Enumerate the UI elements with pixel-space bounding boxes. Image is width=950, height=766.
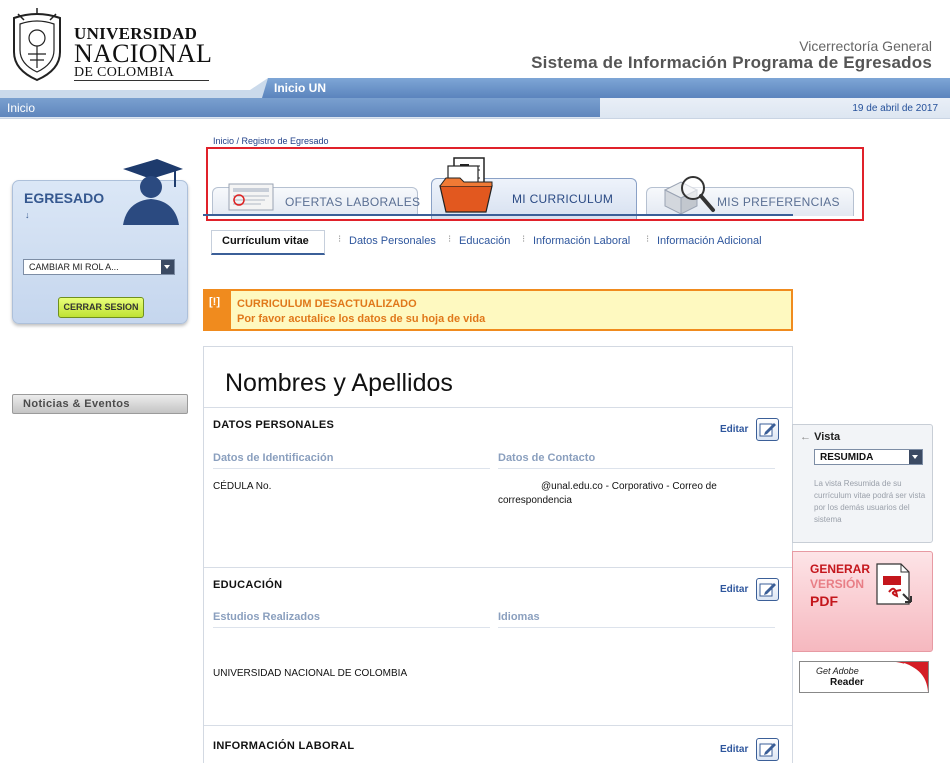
divider	[498, 627, 775, 628]
section-datos-personales: DATOS PERSONALES Editar Datos de Identif…	[204, 407, 792, 567]
nav-inicio-label: Inicio	[7, 101, 36, 115]
view-mode-note: La vista Resumida de su currículum vitae…	[814, 479, 926, 524]
subtab-educacion[interactable]: Educación	[459, 235, 510, 247]
curriculum-panel: Nombres y Apellidos DATOS PERSONALES Edi…	[203, 346, 793, 763]
university-shield-icon	[13, 8, 61, 82]
subtab-datos-personales[interactable]: Datos Personales	[349, 235, 436, 247]
view-mode-label: Vista	[814, 431, 841, 443]
curriculum-folder-icon	[439, 157, 493, 213]
edit-informacion-laboral-link[interactable]: Editar	[720, 744, 748, 755]
graduate-name: Nombres y Apellidos	[225, 369, 453, 397]
change-role-select-value: CAMBIAR MI ROL A...	[29, 262, 119, 272]
chevron-down-icon	[161, 260, 174, 274]
divider	[213, 468, 490, 469]
edit-datos-personales-link[interactable]: Editar	[720, 424, 748, 435]
section-informacion-laboral: INFORMACIÓN LABORAL Editar	[204, 725, 792, 766]
nav-inicio-link[interactable]: Inicio	[0, 98, 600, 117]
cedula-value: CÉDULA No.	[213, 481, 272, 492]
chevron-down-icon	[909, 450, 922, 464]
cv-subtabs: Currículum vitae ⁝ Datos Personales ⁝ Ed…	[203, 225, 793, 255]
section-title: EDUCACIÓN	[213, 579, 283, 591]
view-mode-select-value: RESUMIDA	[820, 452, 874, 463]
tab-mi-curriculum-label: MI CURRICULUM	[512, 192, 614, 206]
graduate-silhouette-icon	[123, 159, 183, 225]
current-date: 19 de abril de 2017	[852, 103, 938, 114]
generate-pdf-button[interactable]: GENERAR VERSIÓN PDF	[792, 551, 933, 652]
header-blue-band	[0, 78, 950, 98]
vicerrectoria-label: Vicerrectoría General	[799, 38, 932, 54]
logout-button-label: CERRAR SESION	[63, 302, 139, 312]
email-value: @unal.edu.co - Corporativo - Correo de	[541, 481, 717, 492]
email-type: correspondencia	[498, 495, 572, 506]
adobe-line-2: Reader	[830, 677, 864, 688]
news-events-label: Noticias & Eventos	[23, 398, 130, 410]
change-role-select[interactable]: CAMBIAR MI ROL A...	[23, 259, 175, 275]
pdf-label-line-2: VERSIÓN	[810, 577, 865, 591]
get-adobe-reader-link[interactable]: Get Adobe Reader	[799, 661, 929, 693]
adobe-reader-icon	[896, 662, 928, 692]
pdf-label-line-3: PDF	[810, 593, 838, 609]
system-title: Sistema de Información Programa de Egres…	[531, 53, 932, 72]
university-logo[interactable]: UNIVERSIDAD NACIONAL DE COLOMBIA	[8, 8, 213, 86]
role-title: EGRESADO	[24, 190, 105, 206]
subtab-separator: ⁝	[522, 234, 526, 245]
subtab-separator: ⁝	[646, 234, 650, 245]
logout-button[interactable]: CERRAR SESION	[58, 297, 144, 318]
warning-title: CURRICULUM DESACTUALIZADO	[237, 298, 417, 310]
pdf-label-line-1: GENERAR	[810, 562, 871, 576]
subtab-separator: ⁝	[448, 234, 452, 245]
tab-ofertas-label: OFERTAS LABORALES	[285, 195, 421, 209]
tab-mis-preferencias-label: MIS PREFERENCIAS	[717, 195, 840, 209]
section-title: INFORMACIÓN LABORAL	[213, 740, 355, 752]
edit-educacion-link[interactable]: Editar	[720, 584, 748, 595]
arrow-left-icon: ←	[800, 431, 811, 443]
tab-mis-preferencias[interactable]: MIS PREFERENCIAS	[646, 176, 854, 216]
subtab-curriculum-vitae-label: Currículum vitae	[222, 235, 309, 247]
view-mode-title: ← Vista	[800, 431, 840, 443]
tab-underline	[203, 214, 793, 216]
main-tabs: OFERTAS LABORALES MI CURRICULUM MIS PREF…	[206, 147, 864, 221]
breadcrumb[interactable]: Inicio / Registro de Egresado	[213, 136, 329, 146]
section-title: DATOS PERSONALES	[213, 419, 335, 431]
section-educacion: EDUCACIÓN Editar Estudios Realizados Idi…	[204, 567, 792, 725]
adobe-line-1: Get Adobe	[816, 666, 859, 676]
preferences-magnifier-icon	[663, 176, 715, 215]
divider	[498, 468, 775, 469]
contacto-heading: Datos de Contacto	[498, 452, 596, 464]
edit-pencil-icon[interactable]	[756, 418, 779, 441]
warning-icon: [!]	[205, 291, 231, 329]
institution-value: UNIVERSIDAD NACIONAL DE COLOMBIA	[213, 668, 408, 679]
subtab-curriculum-vitae[interactable]: Currículum vitae	[211, 230, 325, 255]
edit-pencil-icon[interactable]	[756, 578, 779, 601]
pdf-document-icon	[876, 563, 912, 605]
idiomas-heading: Idiomas	[498, 611, 540, 623]
edit-pencil-icon[interactable]	[756, 738, 779, 761]
news-events-button[interactable]: Noticias & Eventos	[12, 394, 188, 414]
view-mode-select[interactable]: RESUMIDA	[814, 449, 923, 465]
identificacion-heading: Datos de Identificación	[213, 452, 334, 464]
subtab-separator: ⁝	[338, 234, 342, 245]
subtab-informacion-laboral[interactable]: Información Laboral	[533, 235, 630, 247]
outdated-cv-warning: [!] CURRICULUM DESACTUALIZADO Por favor …	[203, 289, 793, 331]
tab-ofertas-laborales[interactable]: OFERTAS LABORALES	[212, 183, 421, 216]
user-role-panel: EGRESADO ↓ CAMBIAR MI ROL A... CERRAR SE…	[12, 159, 188, 324]
job-offers-icon	[228, 183, 274, 211]
inicio-un-link[interactable]: Inicio UN	[274, 81, 326, 95]
estudios-heading: Estudios Realizados	[213, 611, 320, 623]
subtab-informacion-adicional[interactable]: Información Adicional	[657, 235, 762, 247]
tab-mi-curriculum[interactable]: MI CURRICULUM	[431, 157, 637, 219]
divider	[213, 627, 490, 628]
role-arrow-icon: ↓	[25, 210, 30, 220]
view-mode-panel: ← Vista RESUMIDA La vista Resumida de su…	[792, 424, 933, 543]
warning-message: Por favor acutalice los datos de su hoja…	[237, 313, 486, 325]
